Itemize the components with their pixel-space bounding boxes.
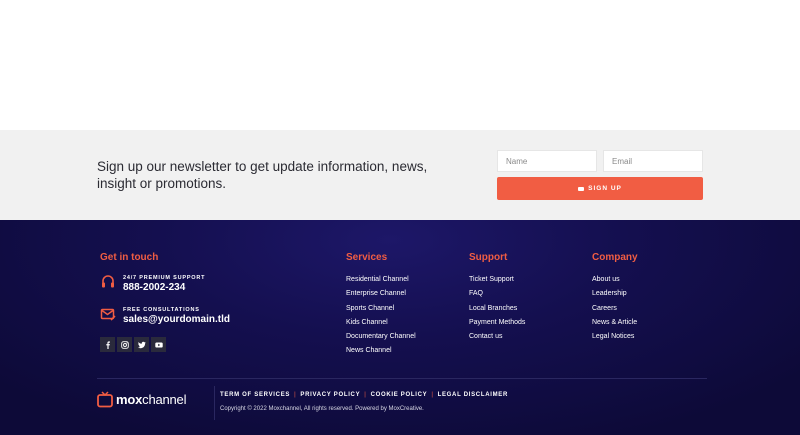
support-link[interactable]: Ticket Support: [469, 275, 525, 289]
sign-up-button[interactable]: SIGN UP: [497, 177, 703, 200]
legal-separator: |: [431, 392, 434, 398]
instagram-icon[interactable]: [117, 337, 132, 352]
tv-logo-icon: [97, 391, 113, 408]
services-link[interactable]: Residential Channel: [346, 275, 416, 289]
services-link[interactable]: Sports Channel: [346, 304, 416, 318]
company-list: About us Leadership Careers News & Artic…: [592, 275, 637, 346]
newsletter-section: Sign up our newsletter to get update inf…: [0, 130, 800, 220]
support-link[interactable]: FAQ: [469, 289, 525, 303]
company-link[interactable]: Legal Notices: [592, 332, 637, 346]
services-list: Residential Channel Enterprise Channel S…: [346, 275, 416, 361]
legal-disclaimer-link[interactable]: LEGAL DISCLAIMER: [438, 392, 508, 398]
top-blank-area: [0, 0, 800, 130]
company-link[interactable]: Leadership: [592, 289, 637, 303]
privacy-policy-link[interactable]: PRIVACY POLICY: [300, 392, 360, 398]
twitter-icon[interactable]: [134, 337, 149, 352]
vertical-separator: [214, 386, 215, 420]
newsletter-text: Sign up our newsletter to get update inf…: [97, 159, 428, 191]
support-link[interactable]: Local Branches: [469, 304, 525, 318]
copyright-text: Copyright © 2022 Moxchannel, All rights …: [220, 406, 424, 412]
logo-wordmark-regular: channel: [142, 392, 187, 407]
envelope-icon: [578, 186, 585, 191]
email-input[interactable]: [603, 150, 703, 172]
cookie-policy-link[interactable]: COOKIE POLICY: [371, 392, 428, 398]
youtube-icon[interactable]: [151, 337, 166, 352]
premium-support-contact: 24/7 PREMIUM SUPPORT 888-2002-234: [100, 274, 205, 294]
services-link[interactable]: Kids Channel: [346, 318, 416, 332]
company-link[interactable]: About us: [592, 275, 637, 289]
consult-label: FREE CONSULTATIONS: [123, 307, 200, 313]
legal-links: TERM OF SERVICES | PRIVACY POLICY | COOK…: [220, 392, 508, 398]
footer: Get in touch Services Support Company 24…: [0, 220, 800, 435]
sign-up-label: SIGN UP: [588, 185, 622, 192]
support-link[interactable]: Contact us: [469, 332, 525, 346]
envelope-edit-icon: [100, 308, 116, 321]
logo-wordmark-bold: mox: [116, 392, 143, 407]
legal-separator: |: [364, 392, 367, 398]
headset-icon: [102, 275, 114, 288]
support-phone[interactable]: 888-2002-234: [123, 282, 205, 294]
support-heading: Support: [469, 252, 508, 263]
services-link[interactable]: Documentary Channel: [346, 332, 416, 346]
services-heading: Services: [346, 252, 388, 263]
support-list: Ticket Support FAQ Local Branches Paymen…: [469, 275, 525, 346]
support-label: 24/7 PREMIUM SUPPORT: [123, 275, 206, 281]
get-in-touch-heading: Get in touch: [100, 252, 159, 263]
facebook-icon[interactable]: [100, 337, 115, 352]
consult-email[interactable]: sales@yourdomain.tld: [123, 314, 230, 326]
services-link[interactable]: Enterprise Channel: [346, 289, 416, 303]
company-link[interactable]: Careers: [592, 304, 637, 318]
consultation-contact: FREE CONSULTATIONS sales@yourdomain.tld: [100, 306, 230, 326]
company-link[interactable]: News & Article: [592, 318, 637, 332]
company-heading: Company: [592, 252, 638, 263]
social-links: [100, 337, 166, 352]
terms-of-service-link[interactable]: TERM OF SERVICES: [220, 392, 290, 398]
footer-divider: [97, 378, 707, 379]
support-link[interactable]: Payment Methods: [469, 318, 525, 332]
moxchannel-logo[interactable]: moxchannel: [97, 391, 186, 408]
legal-separator: |: [294, 392, 297, 398]
services-link[interactable]: News Channel: [346, 346, 416, 360]
logo-wordmark: moxchannel: [116, 392, 186, 407]
name-input[interactable]: [497, 150, 597, 172]
